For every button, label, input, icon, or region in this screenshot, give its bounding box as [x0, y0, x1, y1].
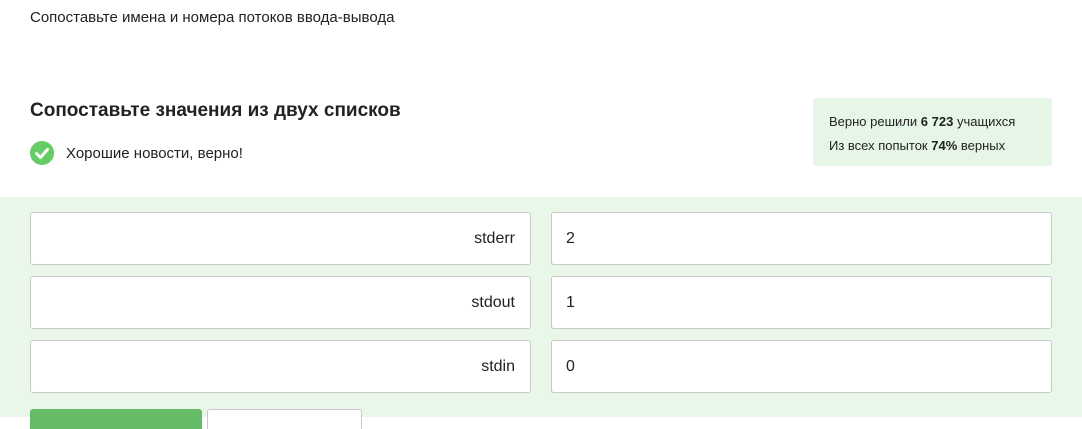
- secondary-button[interactable]: [207, 409, 362, 429]
- matching-right-item[interactable]: 1: [551, 276, 1052, 329]
- stats-attempts-suffix: верных: [960, 138, 1006, 153]
- stats-panel: Верно решили 6 723 учащихся Из всех попы…: [813, 98, 1052, 166]
- matching-left-item: stderr: [30, 212, 531, 265]
- result-feedback: Хорошие новости, верно!: [30, 141, 243, 165]
- stats-solved-count: 6 723: [920, 114, 954, 129]
- stats-attempts-percent: 74%: [931, 138, 958, 153]
- matching-row: stdout 1: [30, 276, 1052, 329]
- check-circle-icon: [30, 141, 54, 165]
- stats-solved-prefix: Верно решили: [829, 114, 918, 129]
- matching-left-item: stdin: [30, 340, 531, 393]
- stats-solved: Верно решили 6 723 учащихся: [829, 110, 1036, 134]
- result-text: Хорошие новости, верно!: [66, 144, 243, 162]
- matching-right-item[interactable]: 0: [551, 340, 1052, 393]
- submit-button[interactable]: [30, 409, 202, 429]
- matching-row: stdin 0: [30, 340, 1052, 393]
- matching-right-item[interactable]: 2: [551, 212, 1052, 265]
- quiz-title: Сопоставьте значения из двух списков: [30, 100, 401, 121]
- stats-solved-suffix: учащихся: [956, 114, 1016, 129]
- task-description: Сопоставьте имена и номера потоков ввода…: [30, 9, 395, 26]
- stats-attempts-prefix: Из всех попыток: [829, 138, 928, 153]
- stats-attempts: Из всех попыток 74% верных: [829, 134, 1036, 158]
- matching-left-item: stdout: [30, 276, 531, 329]
- matching-row: stderr 2: [30, 212, 1052, 265]
